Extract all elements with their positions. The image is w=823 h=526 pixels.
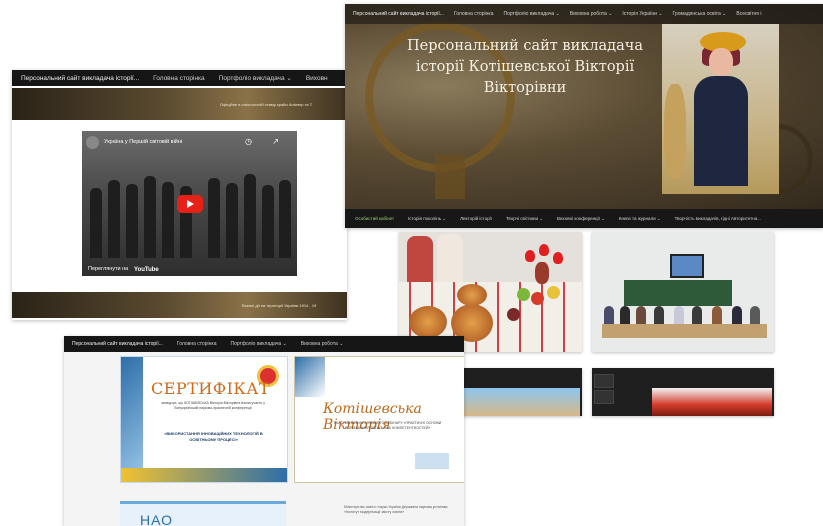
nav-home[interactable]: Головна сторінка [153,75,205,82]
nav-home[interactable]: Головна сторінка [177,341,217,347]
menu-lectures[interactable]: Лекторій історії [460,216,492,221]
video-page-screenshot: Персональний сайт викладача історії... Г… [12,70,347,320]
embedded-video[interactable]: Україна у Першій світовій війні ◷ ↗ Пере… [82,131,297,276]
top-nav: Персональний сайт викладача історії... Г… [64,336,464,352]
banner-caption: Офіційне в ontологічній ставці крайо Ant… [220,102,313,107]
section-caption: Воєнні дії на території України 1914 - 1… [242,303,317,308]
certificate-title: СЕРТИФІКАТ [151,379,271,398]
homepage-screenshot: Персональний сайт викладача історії... Г… [345,4,823,228]
nav-portfolio[interactable]: Портфоліо викладача ⌄ [219,74,292,82]
nav-education[interactable]: Виховн [306,75,328,82]
nav-ukraine-history[interactable]: Історія України ⌄ [622,11,662,17]
site-title-link[interactable]: Персональний сайт викладача історії... [21,75,139,82]
certificate-partial[interactable]: НАО [120,501,286,526]
page-banner: Офіційне в ontологічній ставці крайо Ant… [12,88,347,120]
menu-books[interactable]: Книги та журнали ⌄ [619,216,661,222]
nav-portfolio[interactable]: Портфоліо викладача ⌄ [231,341,287,347]
hero-title: Персональний сайт викладача історії Коті… [407,38,643,96]
teacher-photo [662,24,779,194]
nav-portfolio[interactable]: Портфоліо викладача ⌄ [504,11,560,17]
photo-classroom[interactable] [592,232,774,352]
watch-later-icon[interactable]: ◷ [245,137,252,146]
nav-home[interactable]: Головна сторінка [454,11,494,17]
watch-on-label: Переглянути на [88,266,129,272]
globe-stand [435,154,465,199]
menu-creativity[interactable]: Творчість викладачів, гідні Авторитетна.… [675,216,761,221]
certificate-text: УЧАСНИК ВСЕУКРАЇНСЬКОГО ВЕБІНАРУ «ПРАКТИ… [333,421,442,430]
menu-generations[interactable]: Історія поколінь ⌄ [408,216,446,222]
certificate-webinar[interactable]: Котішевська Вікторія УЧАСНИК ВСЕУКРАЇНСЬ… [294,356,464,483]
hero-section: Персональний сайт викладача історії... Г… [345,4,823,209]
certificates-screenshot: Персональний сайт викладача історії... Г… [64,336,464,526]
nav-education[interactable]: Виховна робота ⌄ [570,11,613,17]
menu-conferences[interactable]: Виховні конференції ⌄ [557,216,605,222]
secondary-menu: Особистий кабінет Історія поколінь ⌄ Лек… [345,209,823,228]
nav-civic-education[interactable]: Громадянська освіта ⌄ [673,11,727,17]
certificate-heading: Міністерство освіти і науки України Держ… [344,505,448,514]
site-title-link[interactable]: Персональний сайт викладача історії... [353,11,444,17]
nav-education[interactable]: Виховна робота ⌄ [301,341,344,347]
share-icon[interactable]: ↗ [272,137,279,146]
certificate-text: засвідчує, що КОТІШЕВСЬКА Вікторія Вікто… [161,401,265,410]
stamp-icon [415,453,449,469]
section-banner: Воєнні дії на території України 1914 - 1… [12,292,347,318]
top-nav: Персональний сайт викладача історії... Г… [12,70,347,86]
menu-personal-cabinet[interactable]: Особистий кабінет [355,216,394,221]
certificate-theme: «ВИКОРИСТАННЯ ІННОВАЦІЙНИХ ТЕХНОЛОГІЙ В … [164,431,263,442]
photo-online-meeting-2[interactable] [592,368,774,416]
nav-world-history[interactable]: Всесвітня і [736,11,761,17]
certificate-partial-2[interactable]: Міністерство освіти і науки України Держ… [294,501,464,526]
photo-festive-table[interactable] [399,232,582,352]
certificate-heading: НАО [140,512,174,526]
menu-photos[interactable]: Творчі світлини ⌄ [506,216,543,222]
play-button[interactable] [177,195,203,213]
channel-avatar[interactable] [86,136,99,149]
certificate-conference[interactable]: СЕРТИФІКАТ засвідчує, що КОТІШЕВСЬКА Вік… [120,356,288,483]
youtube-logo[interactable]: YouTube [134,267,159,273]
top-nav: Персональний сайт викладача історії... Г… [345,4,823,24]
video-title[interactable]: Україна у Першій світовій війні [104,139,182,145]
site-title-link[interactable]: Персональний сайт викладача історії... [72,341,163,347]
